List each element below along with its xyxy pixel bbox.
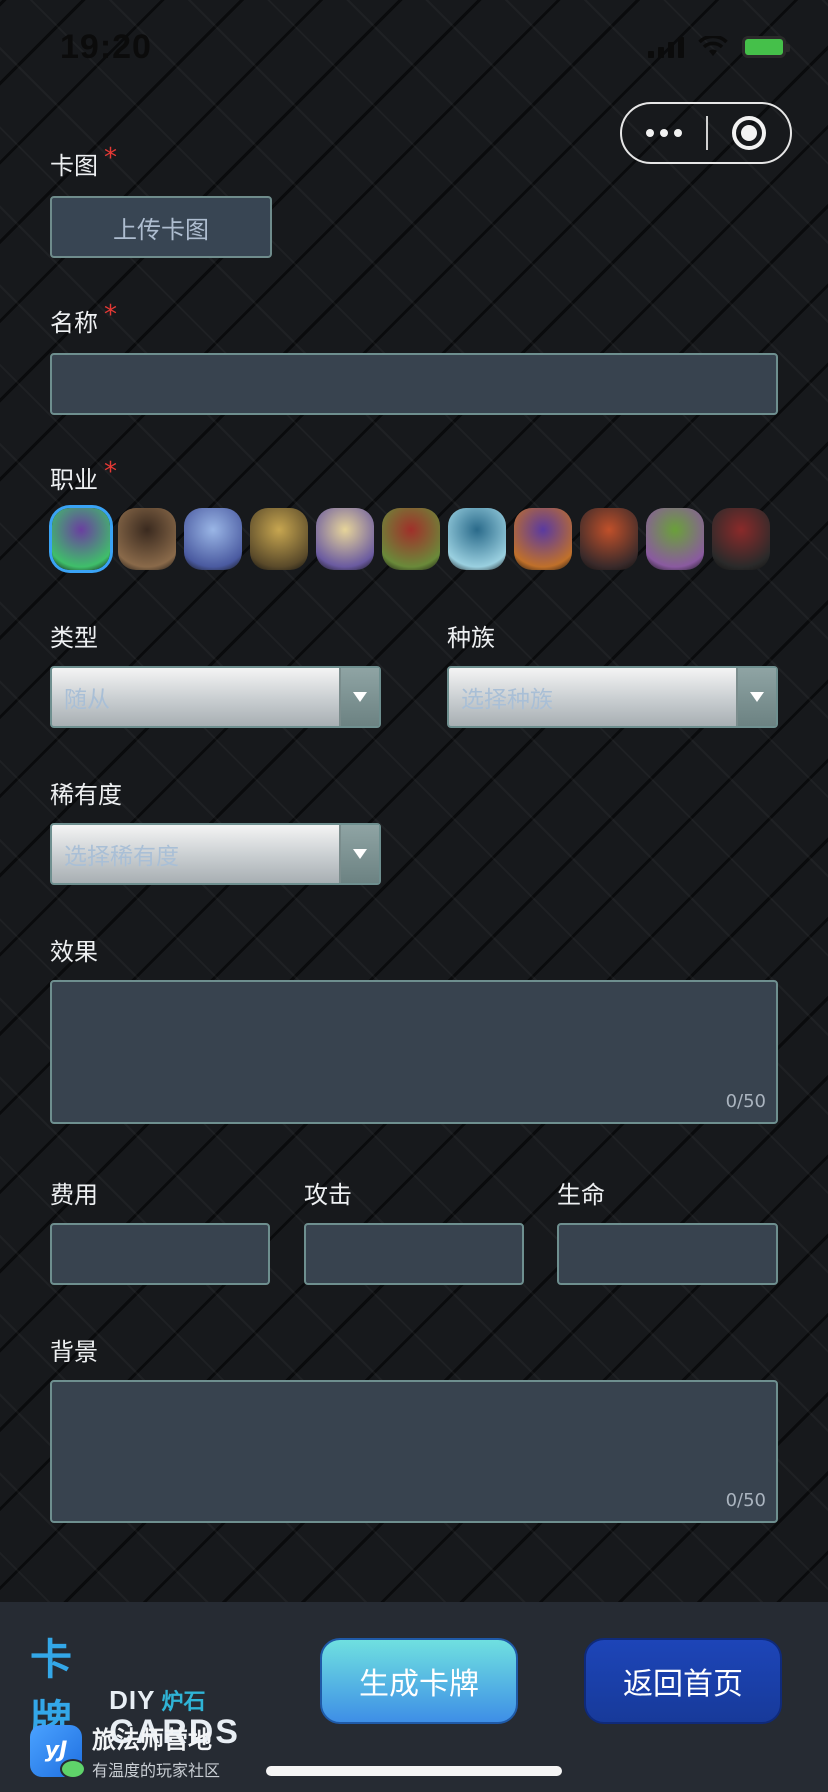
footer-bar: 卡牌 DIY 炉石 CARDS yJ 旅法师营地 有温度的玩家社区 生成卡牌 返回…: [0, 1602, 828, 1792]
required-mark: *: [104, 143, 117, 173]
required-mark: *: [104, 300, 117, 330]
rarity-select[interactable]: 选择稀有度: [50, 823, 381, 885]
class-label: 职业 *: [50, 457, 117, 494]
battery-charging-icon: [742, 36, 790, 58]
background-char-counter: 0/50: [725, 1490, 766, 1511]
cost-label: 费用: [50, 1181, 98, 1209]
race-select[interactable]: 选择种族: [447, 666, 778, 728]
status-icons: [648, 36, 790, 58]
home-indicator: [266, 1766, 562, 1776]
warrior-portrait-icon[interactable]: [118, 508, 176, 570]
race-label: 种族: [447, 624, 495, 652]
name-input[interactable]: [50, 353, 778, 415]
shaman-portrait-icon[interactable]: [448, 508, 506, 570]
health-label: 生命: [557, 1181, 605, 1209]
priest-portrait-icon[interactable]: [316, 508, 374, 570]
logo-hearthstone-text: 炉石: [161, 1690, 206, 1715]
generate-card-button[interactable]: 生成卡牌: [320, 1638, 518, 1724]
diy-cards-logo: 卡牌 DIY 炉石 CARDS yJ 旅法师营地 有温度的玩家社区: [30, 1626, 240, 1780]
dropdown-arrow-icon: [339, 825, 379, 883]
type-select[interactable]: 随从: [50, 666, 381, 728]
warlock-portrait-icon[interactable]: [514, 508, 572, 570]
more-options-icon[interactable]: [622, 129, 706, 137]
back-home-button[interactable]: 返回首页: [584, 1638, 782, 1724]
card-image-label: 卡图 *: [50, 143, 117, 180]
rarity-select-placeholder: 选择稀有度: [64, 844, 179, 870]
hunter-portrait-icon[interactable]: [382, 508, 440, 570]
brand-block: yJ 旅法师营地 有温度的玩家社区: [30, 1720, 220, 1781]
neutral-portrait-icon[interactable]: [712, 508, 770, 570]
brand-logo-icon: yJ: [30, 1724, 86, 1779]
demon-hunter-portrait-icon[interactable]: [646, 508, 704, 570]
name-label: 名称 *: [50, 300, 117, 337]
cellular-signal-icon: [648, 36, 684, 58]
dropdown-arrow-icon: [736, 668, 776, 726]
brand-slogan: 有温度的玩家社区: [92, 1761, 221, 1780]
close-mini-program-icon[interactable]: [708, 116, 790, 150]
background-label: 背景: [50, 1338, 98, 1366]
background-textarea[interactable]: 0/50: [50, 1380, 778, 1523]
effect-label: 效果: [50, 938, 98, 966]
required-mark: *: [104, 457, 117, 487]
type-select-value: 随从: [64, 687, 110, 713]
effect-textarea[interactable]: 0/50: [50, 980, 778, 1124]
dropdown-arrow-icon: [339, 668, 379, 726]
brand-name: 旅法师营地: [92, 1726, 212, 1754]
health-input[interactable]: [557, 1223, 778, 1285]
mage-portrait-icon[interactable]: [184, 508, 242, 570]
paladin-portrait-icon[interactable]: [250, 508, 308, 570]
wifi-icon: [698, 36, 728, 56]
status-bar: 19:20: [0, 0, 828, 98]
race-select-placeholder: 选择种族: [461, 687, 553, 713]
status-time: 19:20: [60, 28, 152, 66]
logo-diy-text: DIY: [109, 1685, 156, 1715]
upload-card-image-button[interactable]: 上传卡图: [50, 196, 272, 258]
rarity-label: 稀有度: [50, 781, 122, 809]
cost-input[interactable]: [50, 1223, 270, 1285]
attack-label: 攻击: [304, 1181, 352, 1209]
type-label: 类型: [50, 624, 98, 652]
mini-program-capsule: [620, 102, 792, 164]
effect-char-counter: 0/50: [725, 1091, 766, 1112]
class-selector: [52, 508, 770, 570]
rogue-portrait-icon[interactable]: [580, 508, 638, 570]
attack-input[interactable]: [304, 1223, 524, 1285]
druid-portrait-icon[interactable]: [52, 508, 110, 570]
